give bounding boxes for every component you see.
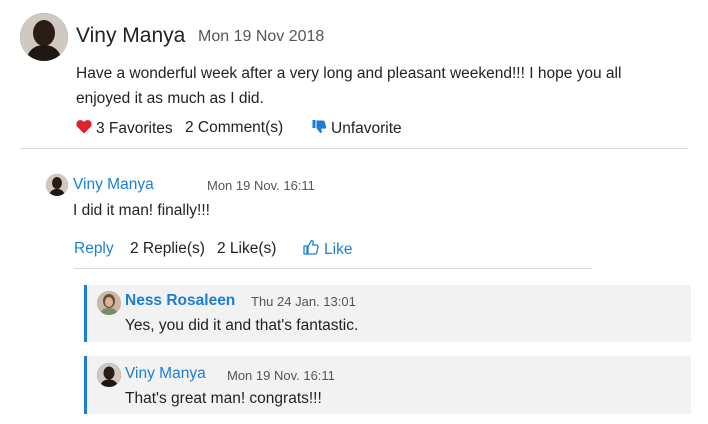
reply-item: Viny Manya Mon 19 Nov. 16:11 That's grea…	[84, 356, 691, 414]
post-author[interactable]: Viny Manya	[76, 24, 185, 48]
like-label: Like	[324, 240, 353, 258]
favorites-count: 3 Favorites	[96, 120, 173, 137]
likes-count[interactable]: 2 Like(s)	[217, 240, 276, 258]
comment-author[interactable]: Viny Manya	[73, 176, 154, 194]
comment-body: I did it man! finally!!!	[73, 202, 210, 219]
post-date: Mon 19 Nov 2018	[198, 28, 325, 45]
reply-date: Thu 24 Jan. 13:01	[251, 294, 356, 309]
heart-icon	[76, 119, 92, 139]
reply-author[interactable]: Viny Manya	[125, 365, 206, 383]
reply-author[interactable]: Ness Rosaleen	[125, 292, 235, 310]
reply-button[interactable]: Reply	[74, 240, 114, 258]
post-body: Have a wonderful week after a very long …	[76, 65, 622, 107]
replies-count[interactable]: 2 Replie(s)	[130, 240, 205, 258]
reply-date: Mon 19 Nov. 16:11	[227, 368, 335, 383]
favorites-button[interactable]: 3 Favorites	[76, 119, 173, 139]
comment-divider	[74, 268, 592, 269]
thumbs-up-icon	[303, 239, 319, 260]
reply-body: Yes, you did it and that's fantastic.	[125, 317, 359, 334]
unfavorite-label: Unfavorite	[331, 120, 402, 137]
reply-body: That's great man! congrats!!!	[125, 390, 322, 407]
like-button[interactable]: Like	[303, 239, 352, 260]
avatar[interactable]	[97, 291, 121, 315]
avatar[interactable]	[20, 13, 68, 61]
avatar[interactable]	[46, 174, 68, 196]
post-divider	[20, 148, 688, 149]
comment-date: Mon 19 Nov. 16:11	[207, 178, 315, 193]
comments-count[interactable]: 2 Comment(s)	[185, 119, 283, 137]
unfavorite-button[interactable]: Unfavorite	[312, 119, 402, 139]
thumbs-down-icon	[312, 119, 327, 139]
reply-item: Ness Rosaleen Thu 24 Jan. 13:01 Yes, you…	[84, 285, 691, 342]
avatar[interactable]	[97, 363, 121, 387]
